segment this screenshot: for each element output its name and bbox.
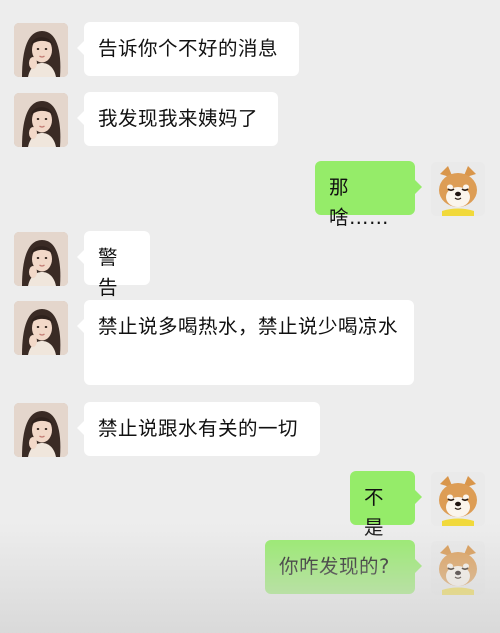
message-text: 告诉你个不好的消息	[98, 37, 279, 60]
girl-avatar-icon	[14, 93, 68, 147]
shiba-dog-avatar-icon	[431, 472, 485, 526]
contact-avatar[interactable]	[14, 403, 68, 457]
message-bubble[interactable]: 不是	[350, 471, 422, 539]
contact-avatar[interactable]	[14, 93, 68, 147]
girl-avatar-icon	[14, 23, 68, 77]
message-bubble[interactable]: 禁止说跟水有关的一切	[77, 402, 320, 456]
message-bubble[interactable]: 禁止说多喝热水，禁止说少喝凉水	[77, 300, 414, 385]
message-bubble[interactable]: 告诉你个不好的消息	[77, 22, 299, 76]
message-text: 禁止说跟水有关的一切	[98, 417, 299, 440]
girl-avatar-icon	[14, 232, 68, 286]
girl-avatar-icon	[14, 403, 68, 457]
contact-avatar[interactable]	[14, 301, 68, 355]
message-bubble[interactable]: 你咋发现的?	[265, 540, 422, 594]
girl-avatar-icon	[14, 301, 68, 355]
shiba-dog-avatar-icon	[431, 162, 485, 216]
contact-avatar[interactable]	[14, 23, 68, 77]
message-text: 你咋发现的?	[279, 555, 390, 578]
my-avatar[interactable]	[431, 541, 485, 595]
message-bubble[interactable]: 那啥……	[315, 161, 422, 229]
message-text: 那啥……	[329, 176, 390, 229]
contact-avatar[interactable]	[14, 232, 68, 286]
message-text: 禁止说多喝热水，禁止说少喝凉水	[98, 315, 399, 338]
message-text: 我发现我来姨妈了	[98, 107, 259, 130]
message-bubble[interactable]: 我发现我来姨妈了	[77, 92, 278, 146]
message-text: 不是	[364, 486, 385, 539]
shiba-dog-avatar-icon	[431, 541, 485, 595]
my-avatar[interactable]	[431, 472, 485, 526]
message-text: 警告	[98, 246, 119, 299]
message-bubble[interactable]: 警告	[77, 231, 150, 299]
my-avatar[interactable]	[431, 162, 485, 216]
chat-message-list[interactable]: 告诉你个不好的消息 我发现我来姨妈了 那啥…… 警告 禁止说多喝热水，禁止说少喝	[0, 0, 500, 633]
